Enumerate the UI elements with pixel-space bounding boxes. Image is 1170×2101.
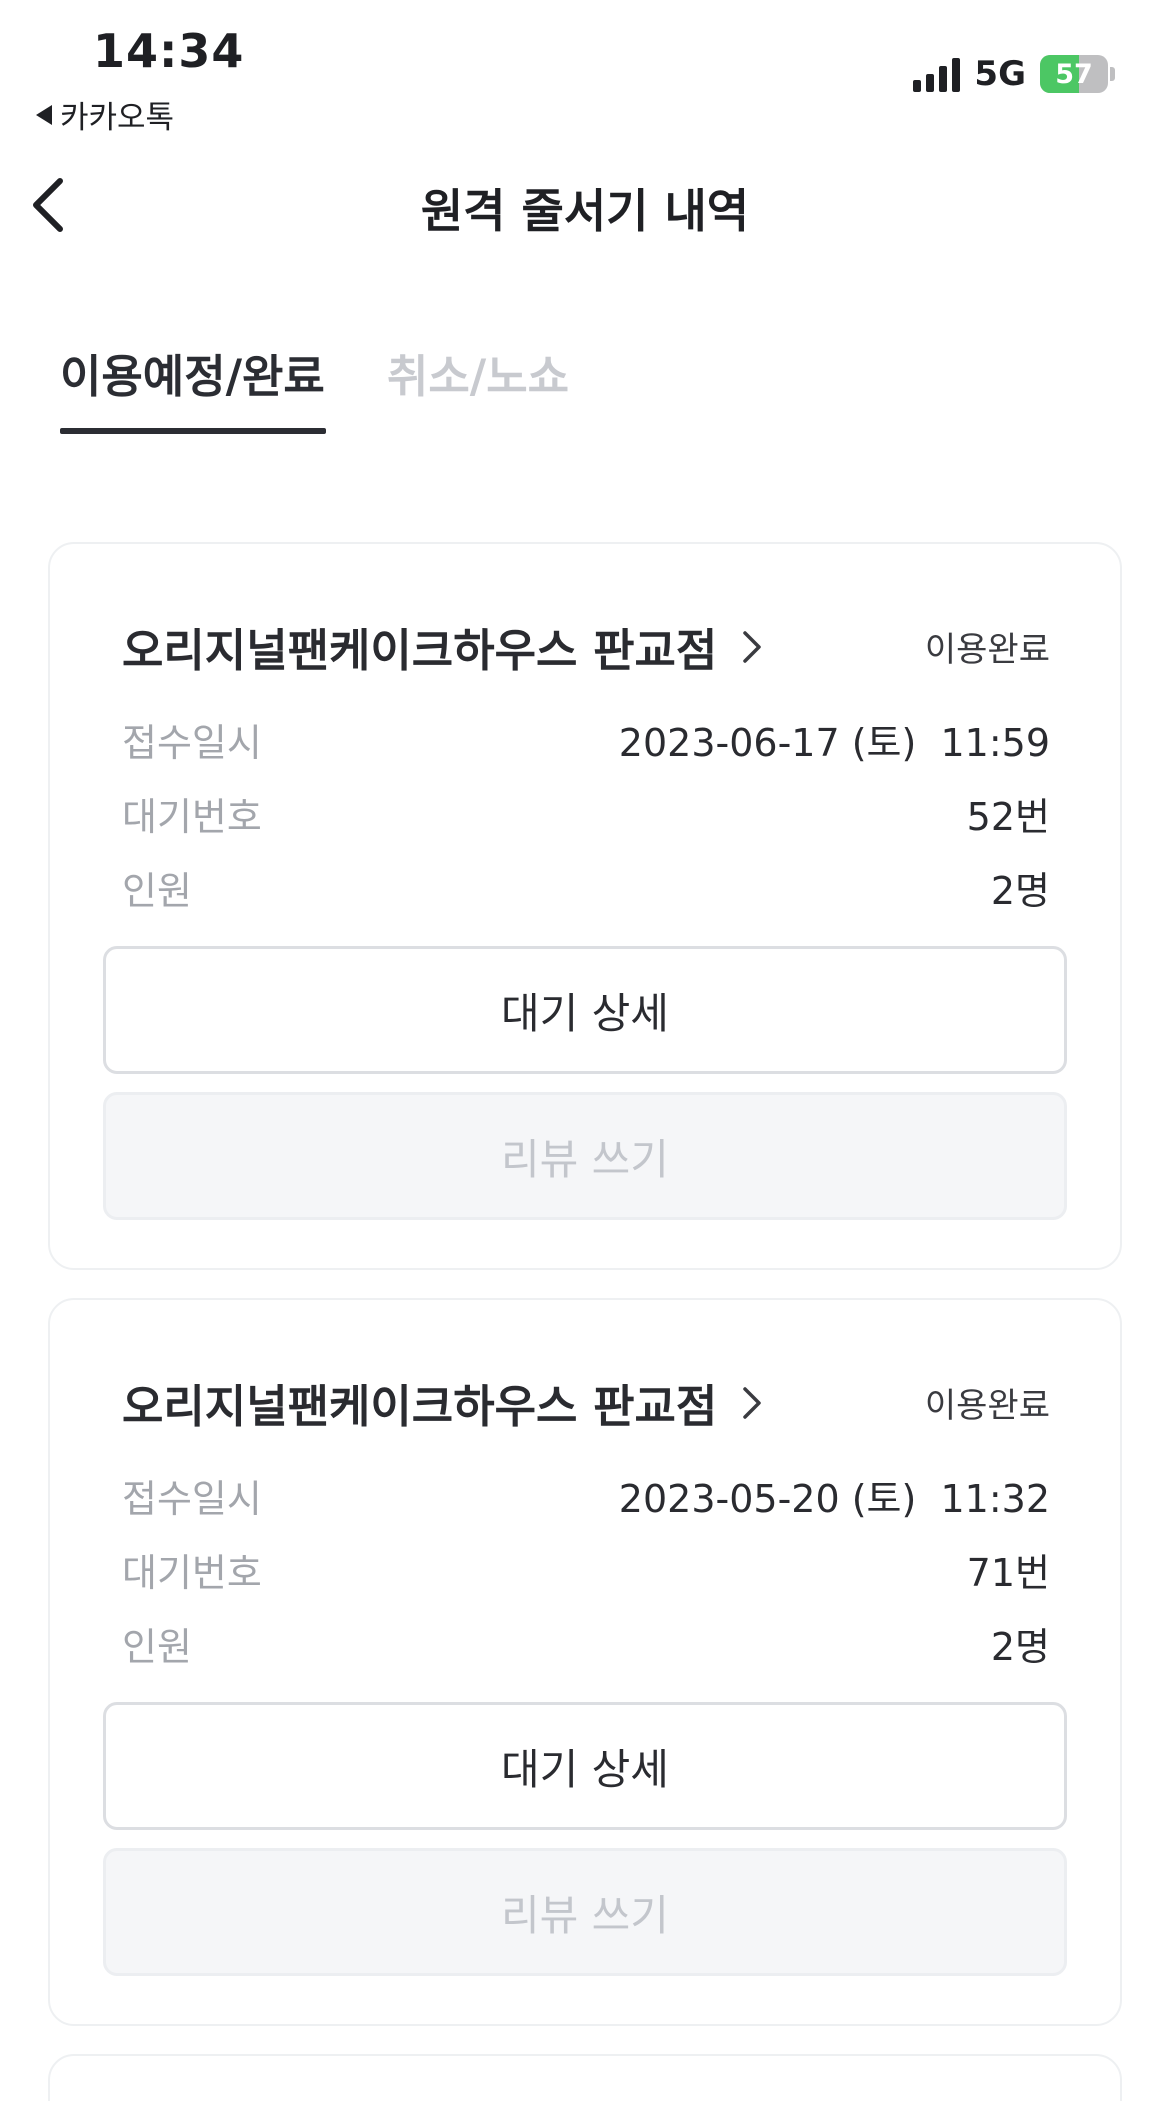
active-tab-indicator bbox=[60, 428, 326, 434]
received-at-label: 접수일시 bbox=[122, 721, 262, 765]
store-link[interactable]: 오리지널팬케이크하우스 판교점 이용완료 bbox=[122, 614, 1050, 679]
wait-number-value: 71번 bbox=[966, 1551, 1050, 1595]
wait-detail-button[interactable]: 대기 상세 bbox=[103, 1702, 1067, 1830]
write-review-button[interactable]: 리뷰 쓰기 bbox=[103, 1092, 1067, 1220]
wait-number-row: 대기번호 52번 bbox=[122, 786, 1050, 841]
received-at-value: 2023-06-17 (토) 11:59 bbox=[618, 721, 1050, 765]
received-at-label: 접수일시 bbox=[122, 1477, 262, 1521]
back-triangle-icon bbox=[36, 104, 52, 125]
wait-number-label: 대기번호 bbox=[122, 1551, 262, 1595]
write-review-button[interactable]: 리뷰 쓰기 bbox=[103, 1848, 1067, 1976]
page: 14:34 카카오톡 5G 57 원격 줄서기 내역 이용예정/완료 취소/노쇼 bbox=[0, 0, 1170, 2101]
received-at-value: 2023-05-20 (토) 11:32 bbox=[618, 1477, 1050, 1521]
status-time: 14:34 bbox=[93, 24, 245, 78]
battery-icon: 57 bbox=[1040, 55, 1115, 93]
wait-number-label: 대기번호 bbox=[122, 795, 262, 839]
reservation-card: 오리지널팬케이크하우스 판교점 이용완료 접수일시 2023-05-20 (토)… bbox=[48, 1298, 1122, 2026]
party-size-row: 인원 2명 bbox=[122, 1616, 1050, 1671]
chevron-right-icon bbox=[741, 627, 771, 667]
party-size-value: 2명 bbox=[990, 1625, 1050, 1669]
received-at-row: 접수일시 2023-06-17 (토) 11:59 bbox=[122, 712, 1050, 767]
tab-upcoming-completed[interactable]: 이용예정/완료 bbox=[60, 340, 325, 405]
party-size-row: 인원 2명 bbox=[122, 860, 1050, 915]
return-to-app-link[interactable]: 카카오톡 bbox=[36, 92, 174, 137]
status-badge: 이용완료 bbox=[924, 630, 1050, 670]
party-size-label: 인원 bbox=[122, 1625, 192, 1669]
reservation-card bbox=[48, 2054, 1122, 2101]
network-type: 5G bbox=[974, 54, 1026, 94]
store-name: 오리지널팬케이크하우스 판교점 bbox=[122, 624, 718, 677]
status-indicators: 5G 57 bbox=[913, 54, 1115, 94]
party-size-value: 2명 bbox=[990, 869, 1050, 913]
tab-canceled-noshow[interactable]: 취소/노쇼 bbox=[387, 340, 569, 405]
wait-number-value: 52번 bbox=[966, 795, 1050, 839]
store-link[interactable]: 오리지널팬케이크하우스 판교점 이용완료 bbox=[122, 1370, 1050, 1435]
wait-detail-button[interactable]: 대기 상세 bbox=[103, 946, 1067, 1074]
chevron-right-icon bbox=[741, 1383, 771, 1423]
store-name: 오리지널팬케이크하우스 판교점 bbox=[122, 1380, 718, 1433]
signal-icon bbox=[913, 56, 961, 92]
return-app-label: 카카오톡 bbox=[60, 100, 175, 136]
received-at-row: 접수일시 2023-05-20 (토) 11:32 bbox=[122, 1468, 1050, 1523]
battery-level: 57 bbox=[1055, 58, 1093, 90]
page-title: 원격 줄서기 내역 bbox=[420, 184, 750, 238]
party-size-label: 인원 bbox=[122, 869, 192, 913]
wait-number-row: 대기번호 71번 bbox=[122, 1542, 1050, 1597]
reservation-card: 오리지널팬케이크하우스 판교점 이용완료 접수일시 2023-06-17 (토)… bbox=[48, 542, 1122, 1270]
status-badge: 이용완료 bbox=[924, 1386, 1050, 1426]
